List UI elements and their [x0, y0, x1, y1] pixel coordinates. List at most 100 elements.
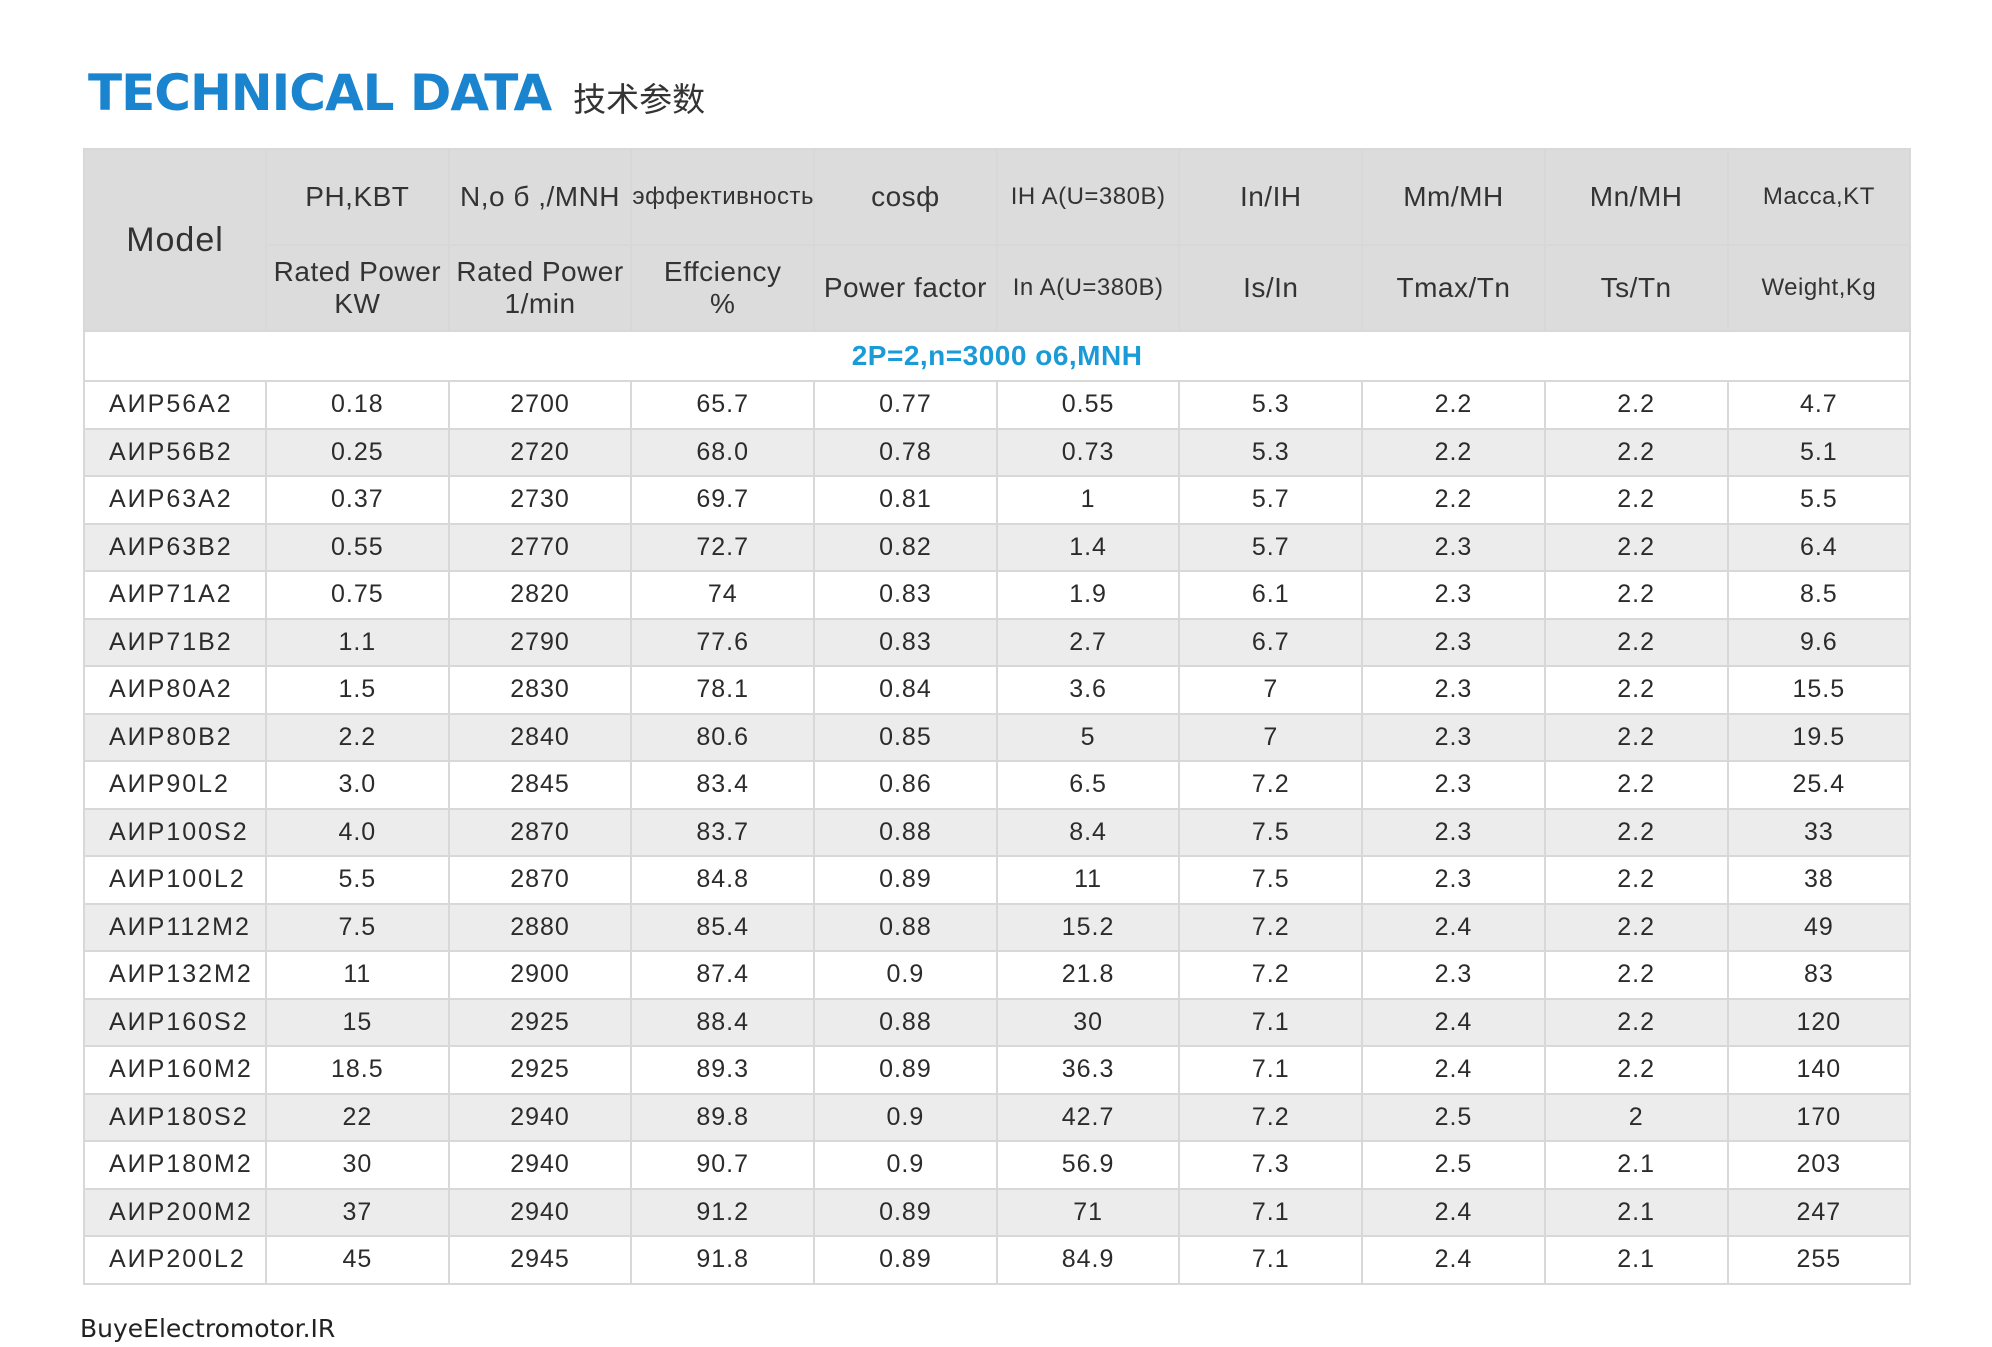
table-row: AИP160S2 15 2925 88.4 0.88 30 7.1 2.4 2.2 120: [83, 997, 1912, 1047]
table-row: AИP112M2 7.5 2880 85.4 0.88 15.2 7.2 2.4 2.2 49: [83, 902, 1912, 952]
value-cell: 7: [1178, 712, 1364, 762]
header-max-torque-ru: Mm/MH: [1361, 148, 1546, 246]
model-cell: AИP90L2: [83, 760, 267, 810]
value-cell: 2.5: [1361, 1140, 1546, 1190]
value-cell: 2.2: [1361, 380, 1546, 430]
value-cell: 2790: [447, 617, 633, 667]
value-cell: 7.5: [265, 902, 450, 952]
value-cell: 1.5: [265, 665, 450, 715]
header-weight-ru: Macca,KT: [1726, 148, 1912, 246]
value-cell: 83.7: [630, 807, 816, 857]
value-cell: 7.2: [1178, 950, 1364, 1000]
value-cell: 2.2: [1543, 807, 1729, 857]
value-cell: 38: [1726, 855, 1912, 905]
value-cell: 2.2: [1361, 427, 1546, 477]
value-cell: 5.3: [1178, 427, 1364, 477]
model-cell: AИP132M2: [83, 950, 267, 1000]
header-current-en: In A(U=380B): [995, 244, 1181, 332]
value-cell: 0.89: [813, 855, 998, 905]
value-cell: 89.8: [630, 1092, 816, 1142]
header-speed-ru: N,o б ,/MNH: [447, 148, 633, 246]
model-cell: AИP180S2: [83, 1092, 267, 1142]
model-cell: AИP200L2: [83, 1235, 267, 1285]
table-row: AИP90L2 3.0 2845 83.4 0.86 6.5 7.2 2.3 2.2 25.4: [83, 760, 1912, 810]
header-power-factor-en: Power factor: [813, 244, 998, 332]
value-cell: 0.73: [995, 427, 1181, 477]
value-cell: 2.1: [1543, 1140, 1729, 1190]
value-cell: 2.3: [1361, 807, 1546, 857]
value-cell: 7.1: [1178, 997, 1364, 1047]
model-cell: AИP100S2: [83, 807, 267, 857]
value-cell: 2.2: [1543, 665, 1729, 715]
value-cell: 30: [995, 997, 1181, 1047]
value-cell: 2770: [447, 522, 633, 572]
table-row: AИP100L2 5.5 2870 84.8 0.89 11 7.5 2.3 2.2 38: [83, 855, 1912, 905]
value-cell: 7.2: [1178, 760, 1364, 810]
value-cell: 83.4: [630, 760, 816, 810]
table-row: AИP63A2 0.37 2730 69.7 0.81 1 5.7 2.2 2.2 5.5: [83, 475, 1912, 525]
value-cell: 0.88: [813, 997, 998, 1047]
value-cell: 42.7: [995, 1092, 1181, 1142]
table-row: AИP200L2 45 2945 91.8 0.89 84.9 7.1 2.4 2.1 255: [83, 1235, 1912, 1285]
value-cell: 85.4: [630, 902, 816, 952]
value-cell: 1.9: [995, 570, 1181, 620]
value-cell: 8.5: [1726, 570, 1912, 620]
value-cell: 2700: [447, 380, 633, 430]
value-cell: 33: [1726, 807, 1912, 857]
value-cell: 0.82: [813, 522, 998, 572]
model-cell: AИP160S2: [83, 997, 267, 1047]
value-cell: 0.88: [813, 807, 998, 857]
value-cell: 15: [265, 997, 450, 1047]
value-cell: 2.3: [1361, 522, 1546, 572]
value-cell: 0.84: [813, 665, 998, 715]
header-weight-en: Weight,Kg: [1726, 244, 1912, 332]
value-cell: 88.4: [630, 997, 816, 1047]
value-cell: 2.2: [1543, 760, 1729, 810]
header-row-1: Model PH,KBT N,o б ,/MNH эффективность c…: [83, 148, 1912, 332]
value-cell: 69.7: [630, 475, 816, 525]
value-cell: 0.9: [813, 950, 998, 1000]
value-cell: 5.5: [1726, 475, 1912, 525]
value-cell: 37: [265, 1187, 450, 1237]
value-cell: 120: [1726, 997, 1912, 1047]
header-start-torque-ru: Mn/MH: [1543, 148, 1729, 246]
value-cell: 2.2: [1543, 475, 1729, 525]
value-cell: 7.5: [1178, 807, 1364, 857]
value-cell: 2.2: [1543, 1045, 1729, 1095]
value-cell: 0.9: [813, 1140, 998, 1190]
value-cell: 0.83: [813, 570, 998, 620]
value-cell: 2: [1543, 1092, 1729, 1142]
value-cell: 2840: [447, 712, 633, 762]
value-cell: 5.7: [1178, 522, 1364, 572]
header-speed-en-l2: 1/min: [504, 288, 576, 319]
value-cell: 170: [1726, 1092, 1912, 1142]
value-cell: 15.2: [995, 902, 1181, 952]
value-cell: 74: [630, 570, 816, 620]
model-cell: AИP180M2: [83, 1140, 267, 1190]
value-cell: 2.2: [1543, 712, 1729, 762]
header-max-torque-en: Tmax/Tn: [1361, 244, 1546, 332]
header-cos-ru: cosф: [813, 148, 998, 246]
value-cell: 0.18: [265, 380, 450, 430]
value-cell: 2.2: [1543, 570, 1729, 620]
value-cell: 5.1: [1726, 427, 1912, 477]
table-row: AИP160M2 18.5 2925 89.3 0.89 36.3 7.1 2.4 2.2 140: [83, 1045, 1912, 1095]
model-cell: AИP80A2: [83, 665, 267, 715]
value-cell: 5.3: [1178, 380, 1364, 430]
value-cell: 25.4: [1726, 760, 1912, 810]
model-cell: AИP100L2: [83, 855, 267, 905]
page-title-group: TECHNICAL DATA 技术参数: [88, 68, 705, 118]
table-row: AИP80B2 2.2 2840 80.6 0.85 5 7 2.3 2.2 19.5: [83, 712, 1912, 762]
model-cell: AИP71A2: [83, 570, 267, 620]
value-cell: 87.4: [630, 950, 816, 1000]
value-cell: 5: [995, 712, 1181, 762]
value-cell: 2.3: [1361, 617, 1546, 667]
value-cell: 89.3: [630, 1045, 816, 1095]
model-cell: AИP200M2: [83, 1187, 267, 1237]
value-cell: 0.83: [813, 617, 998, 667]
value-cell: 2870: [447, 807, 633, 857]
value-cell: 2940: [447, 1187, 633, 1237]
value-cell: 0.86: [813, 760, 998, 810]
value-cell: 68.0: [630, 427, 816, 477]
value-cell: 5.7: [1178, 475, 1364, 525]
